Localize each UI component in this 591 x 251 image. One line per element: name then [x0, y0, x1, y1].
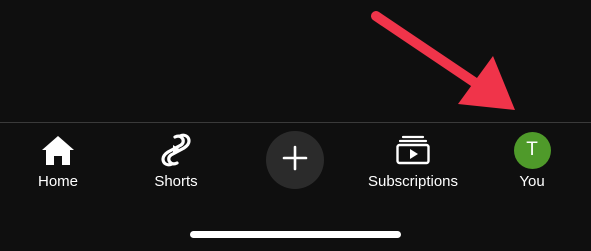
tab-subscriptions[interactable]: Subscriptions — [360, 132, 466, 190]
plus-icon — [282, 145, 308, 176]
nav-divider — [0, 122, 591, 123]
subscriptions-icon — [396, 132, 430, 168]
avatar: T — [513, 131, 551, 169]
home-icon — [41, 132, 75, 168]
tab-subscriptions-label: Subscriptions — [367, 173, 459, 190]
tab-you[interactable]: T You — [502, 131, 562, 190]
shorts-icon — [161, 132, 191, 168]
avatar-wrapper: T — [513, 131, 551, 169]
tab-home-label: Home — [37, 173, 78, 190]
create-button[interactable] — [266, 131, 324, 189]
home-indicator[interactable] — [190, 231, 401, 238]
tab-shorts[interactable]: Shorts — [146, 132, 206, 190]
tab-you-label: You — [519, 173, 545, 190]
screen: Home Shorts Subscriptions T You — [0, 0, 591, 251]
red-arrow-icon — [371, 11, 515, 110]
tab-home[interactable]: Home — [28, 132, 88, 190]
tab-shorts-label: Shorts — [154, 173, 198, 190]
